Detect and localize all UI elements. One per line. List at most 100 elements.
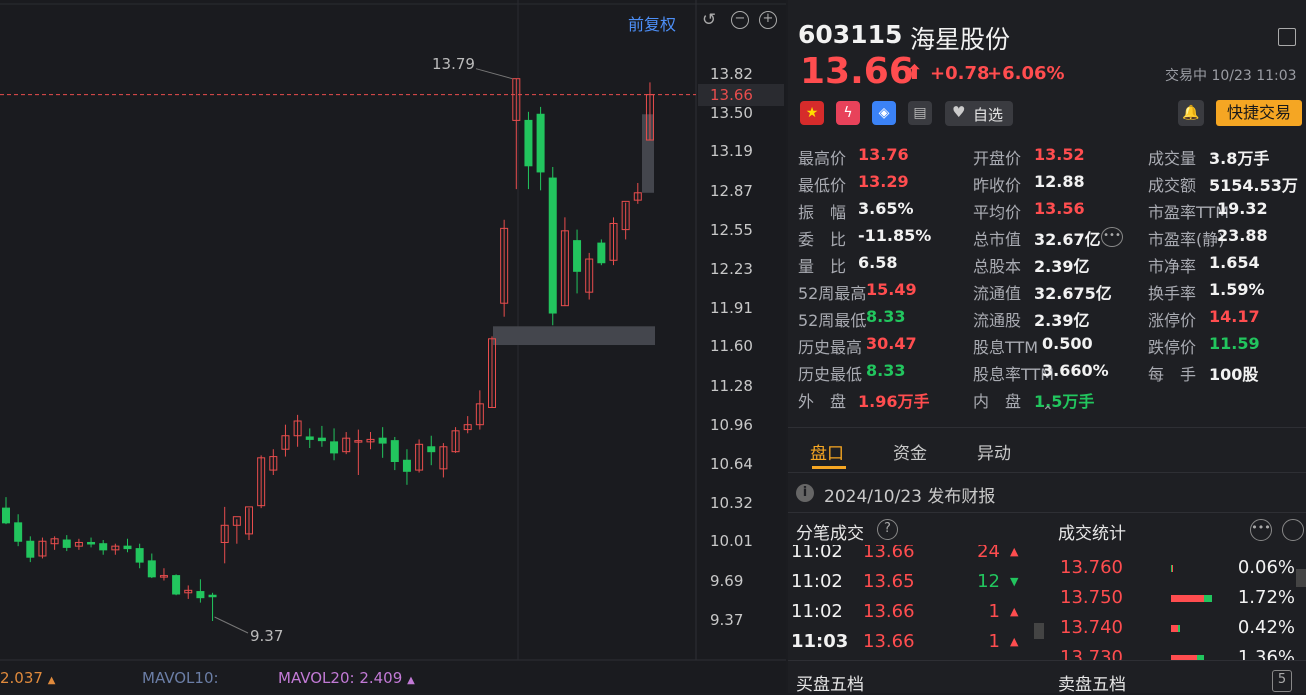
quote-field-label: 总股本: [973, 257, 1022, 276]
adjust-mode-button[interactable]: 前复权: [628, 11, 676, 35]
candle-body: [87, 541, 96, 545]
info-icon: i: [796, 484, 814, 502]
reset-icon[interactable]: ↺: [702, 10, 722, 30]
tick-price: 13.66: [863, 631, 915, 652]
quote-field-label: 最高价: [798, 149, 847, 168]
quote-field-label: 历史最高: [798, 338, 863, 357]
tab-funds[interactable]: 资金: [893, 439, 927, 464]
quote-field-label: 成交量: [1148, 149, 1197, 168]
collapse-icon[interactable]: ⌃: [1042, 404, 1054, 420]
quote-field-value: 1.59%: [1209, 280, 1265, 299]
more-icon[interactable]: •••: [1250, 519, 1272, 541]
china-flag-icon: ★: [800, 101, 824, 125]
quote-field-label: 振 幅: [798, 203, 847, 222]
vol-indicator-value: 2.037 ▲: [0, 669, 56, 687]
stats-pct: 1.36%: [1237, 647, 1295, 660]
candle-body: [427, 446, 436, 453]
notice-text[interactable]: 2024/10/23 发布财报: [824, 482, 995, 507]
margin-trading-icon[interactable]: ϟ: [836, 101, 860, 125]
tab-pankou[interactable]: 盘口: [810, 439, 844, 464]
quote-field-value: 15.49: [866, 280, 917, 299]
stock-name: 海星股份: [910, 25, 1011, 54]
quote-field-label: 换手率: [1148, 284, 1197, 303]
current-price: 13.66: [800, 51, 914, 92]
buy-five-label: 买盘五档: [796, 675, 864, 695]
stats-row: 13.740 0.42%: [1058, 613, 1303, 643]
quote-field-label: 平均价: [973, 203, 1022, 222]
trade-status: 交易中 10/23 11:03: [1165, 68, 1297, 84]
quote-field-value: 23.88: [1217, 226, 1268, 245]
candle-body: [14, 522, 23, 542]
candle-body: [99, 543, 108, 551]
help-icon[interactable]: ?: [877, 519, 898, 540]
quote-field-value: 30.47: [866, 334, 917, 353]
quote-panel: 603115 海星股份 13.66 ⬆ +0.78 +6.06% 交易中 10/…: [788, 0, 1306, 695]
quote-field-value: 8.33: [866, 361, 906, 380]
quote-field-value: 3.660%: [1042, 361, 1109, 380]
panel-layout-icon[interactable]: [1278, 28, 1296, 46]
bell-icon[interactable]: 🔔: [1178, 100, 1204, 126]
kline-chart-pane[interactable]: 前复权 ↺ − + 13.66 13.79 9.37 13.82 13.50 13.…: [0, 0, 786, 693]
divider: [788, 660, 1306, 661]
candle-body: [536, 113, 545, 173]
watchlist-button[interactable]: ♥ 自选: [945, 101, 1013, 126]
quote-field-label: 跌停价: [1148, 338, 1197, 357]
candle-body: [390, 440, 399, 462]
candle-body: [597, 242, 606, 264]
quote-field-label: 成交额: [1148, 176, 1197, 195]
candle-body: [123, 545, 132, 550]
price-axis-tick: 11.28: [710, 376, 753, 395]
tick-row: 11:02 13.66 1 ▲: [788, 597, 1038, 627]
market-value-more-icon[interactable]: •••: [1101, 227, 1123, 247]
stats-pct: 1.72%: [1237, 587, 1295, 608]
quote-field-value: 1.96万手: [858, 392, 930, 411]
stats-title: 成交统计: [1058, 524, 1126, 544]
tick-price: 13.66: [863, 545, 915, 562]
divider: [788, 472, 1306, 473]
candle-body: [524, 119, 533, 167]
depth-toggle-button[interactable]: 5: [1272, 670, 1292, 692]
stats-bar-sell: [1171, 565, 1172, 572]
candle-body: [196, 591, 205, 599]
quote-field-value: 6.58: [858, 253, 898, 272]
quote-field-label: 量 比: [798, 257, 847, 276]
quick-trade-button[interactable]: 快捷交易: [1216, 100, 1302, 126]
candle-body: [26, 540, 35, 558]
filter-icon[interactable]: [1282, 519, 1304, 541]
stats-bar: [1171, 595, 1206, 602]
high-marker-line: [475, 68, 513, 80]
quote-field-value: 11.59: [1209, 334, 1260, 353]
tag-icon[interactable]: ◈: [872, 101, 896, 125]
gap-box: [642, 114, 654, 193]
tick-row: 11:02 13.66 24 ▲: [788, 545, 1038, 567]
tab-anomaly[interactable]: 异动: [977, 439, 1011, 464]
quote-field-label: 市净率: [1148, 257, 1197, 276]
price-axis-tick: 13.19: [710, 142, 753, 161]
quote-field-label: 市盈率(静): [1148, 230, 1225, 249]
notes-icon[interactable]: ▤: [908, 101, 932, 125]
stats-row: 13.730 1.36%: [1058, 643, 1303, 660]
quote-field-value: 32.675亿: [1034, 284, 1112, 303]
tick-volume: 1: [988, 631, 1000, 652]
price-up-arrow-icon: ⬆: [906, 60, 923, 84]
tick-time: 11:02: [791, 545, 843, 562]
quote-field-label: 流通值: [973, 284, 1022, 303]
quote-field-value: 3.65%: [858, 199, 914, 218]
zoom-out-icon[interactable]: −: [731, 11, 749, 29]
quote-field-label: 股息TTM: [973, 338, 1039, 357]
quote-field-label: 开盘价: [973, 149, 1022, 168]
stats-row: 13.760 0.06%: [1058, 553, 1303, 583]
quote-field-value: 14.17: [1209, 307, 1260, 326]
quote-field-value: 100股: [1209, 365, 1259, 384]
ticks-scrollbar[interactable]: [1034, 623, 1044, 639]
zoom-in-icon[interactable]: +: [759, 11, 777, 29]
stats-scrollbar[interactable]: [1296, 569, 1306, 587]
quote-field-value: 19.32: [1217, 199, 1268, 218]
candle-body: [548, 177, 557, 314]
price-axis-tick: 13.82: [710, 65, 753, 83]
tick-price: 13.65: [863, 571, 915, 592]
quote-field-value: 13.52: [1034, 145, 1085, 164]
kline-chart[interactable]: [0, 0, 786, 693]
low-marker-label: 9.37: [250, 627, 284, 645]
quote-field-value: 3.8万手: [1209, 149, 1270, 168]
